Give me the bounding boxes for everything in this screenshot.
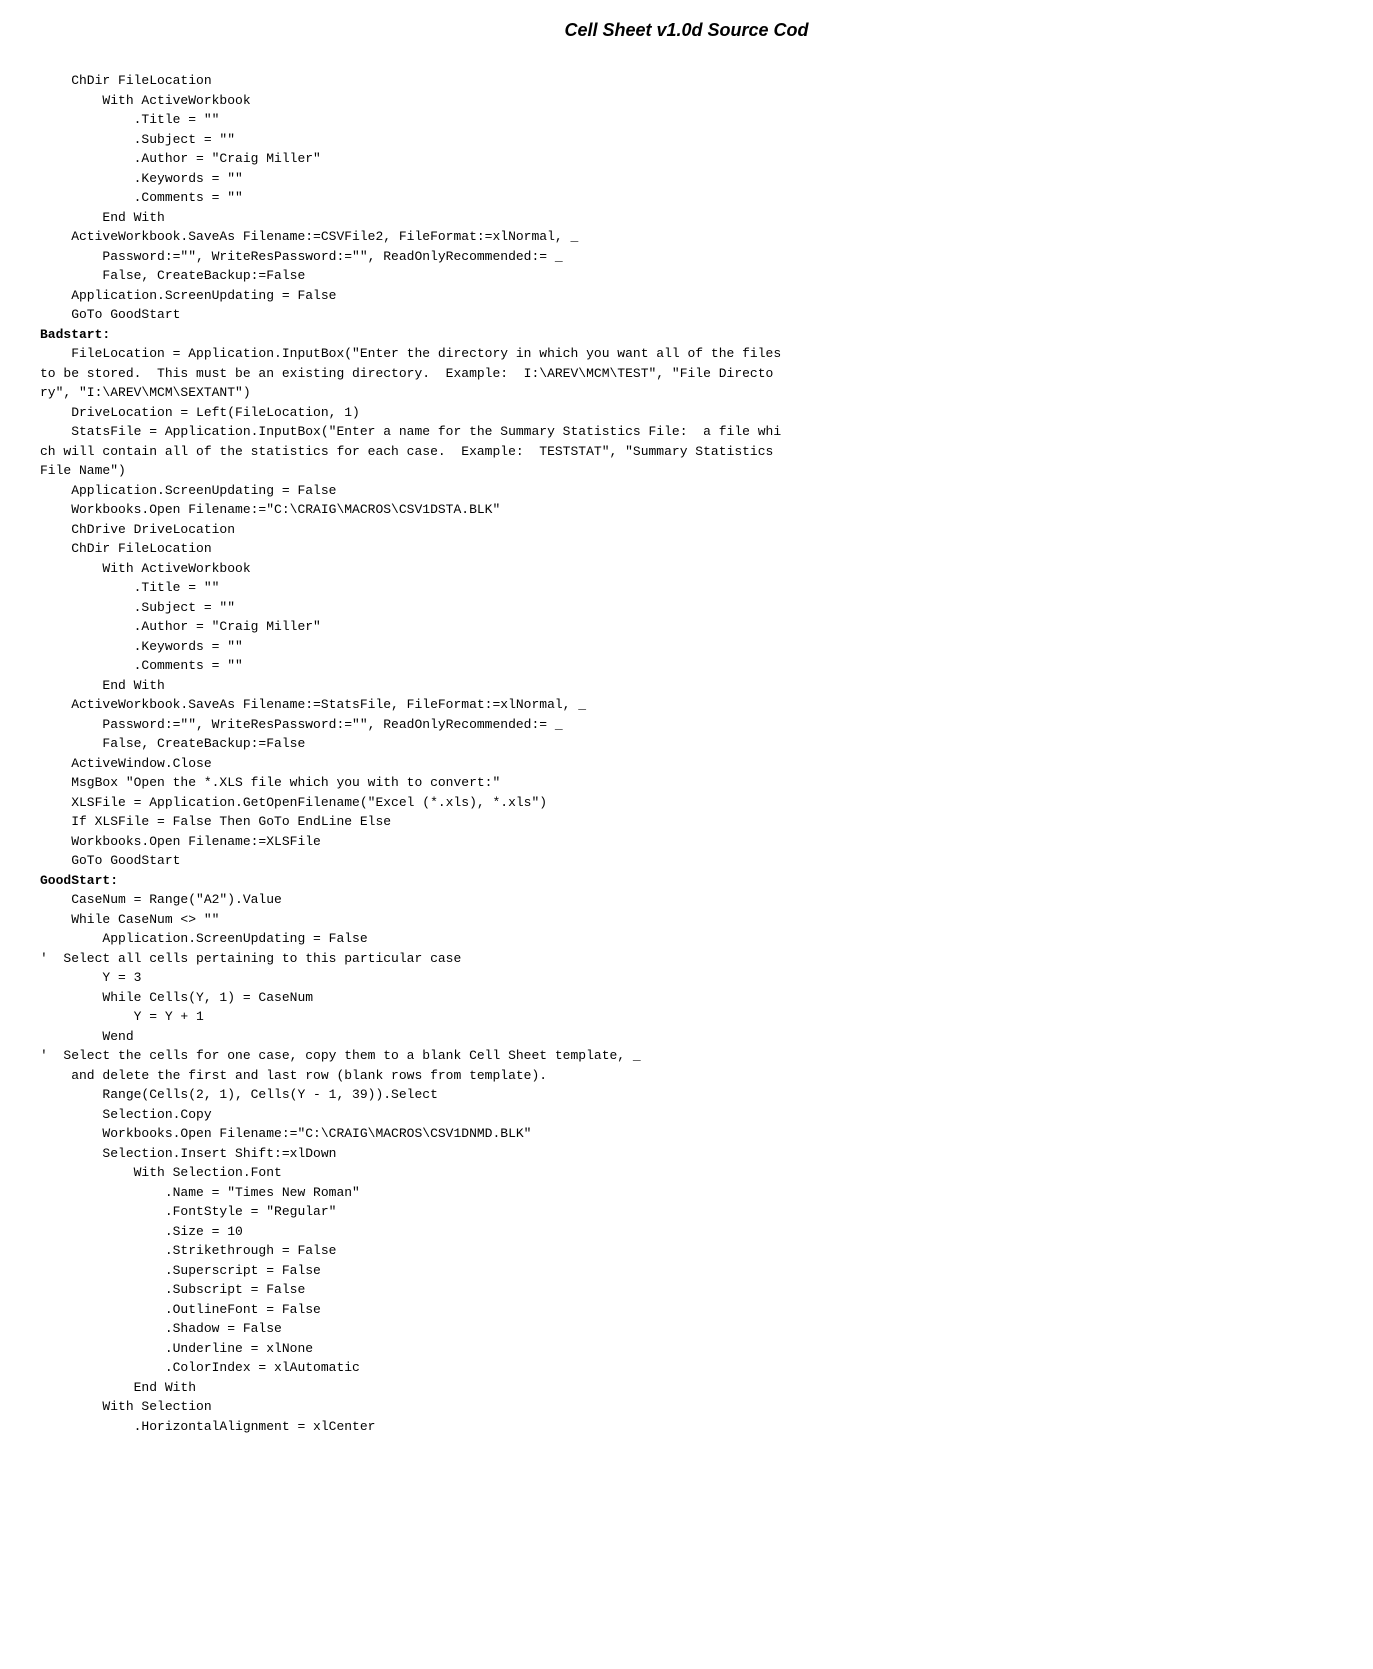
- code-line: ChDrive DriveLocation: [40, 522, 235, 537]
- code-line: False, CreateBackup:=False: [40, 268, 305, 283]
- code-label: GoodStart:: [40, 873, 118, 888]
- code-line: While Cells(Y, 1) = CaseNum: [40, 990, 313, 1005]
- code-line: XLSFile = Application.GetOpenFilename("E…: [40, 795, 547, 810]
- code-line: .Keywords = "": [40, 639, 243, 654]
- code-line: ch will contain all of the statistics fo…: [40, 444, 773, 459]
- code-line: Selection.Copy: [40, 1107, 212, 1122]
- code-line: End With: [40, 678, 165, 693]
- code-line: Range(Cells(2, 1), Cells(Y - 1, 39)).Sel…: [40, 1087, 438, 1102]
- code-line: .Size = 10: [40, 1224, 243, 1239]
- code-line: CaseNum = Range("A2").Value: [40, 892, 282, 907]
- code-line: .Superscript = False: [40, 1263, 321, 1278]
- code-line: Application.ScreenUpdating = False: [40, 931, 368, 946]
- code-line: Wend: [40, 1029, 134, 1044]
- code-line: FileLocation = Application.InputBox("Ent…: [40, 346, 781, 361]
- code-line: .HorizontalAlignment = xlCenter: [40, 1419, 375, 1434]
- code-line: Workbooks.Open Filename:=XLSFile: [40, 834, 321, 849]
- code-line: Y = Y + 1: [40, 1009, 204, 1024]
- code-line: .ColorIndex = xlAutomatic: [40, 1360, 360, 1375]
- code-line: .Subject = "": [40, 600, 235, 615]
- code-line: .Title = "": [40, 580, 219, 595]
- code-line: Workbooks.Open Filename:="C:\CRAIG\MACRO…: [40, 1126, 531, 1141]
- code-label: Badstart:: [40, 327, 110, 342]
- code-line: With Selection: [40, 1399, 212, 1414]
- code-line: Y = 3: [40, 970, 141, 985]
- code-line: ActiveWorkbook.SaveAs Filename:=StatsFil…: [40, 697, 586, 712]
- code-line: End With: [40, 210, 165, 225]
- code-line: .Subscript = False: [40, 1282, 305, 1297]
- code-line: Application.ScreenUpdating = False: [40, 288, 336, 303]
- code-line: ActiveWindow.Close: [40, 756, 212, 771]
- code-line: .Author = "Craig Miller": [40, 151, 321, 166]
- code-line: DriveLocation = Left(FileLocation, 1): [40, 405, 360, 420]
- code-content: ChDir FileLocation With ActiveWorkbook .…: [40, 71, 1333, 1436]
- code-line: GoTo GoodStart: [40, 307, 180, 322]
- code-line: .Author = "Craig Miller": [40, 619, 321, 634]
- code-line: .Strikethrough = False: [40, 1243, 336, 1258]
- code-line: If XLSFile = False Then GoTo EndLine Els…: [40, 814, 391, 829]
- code-line: False, CreateBackup:=False: [40, 736, 305, 751]
- code-line: ' Select all cells pertaining to this pa…: [40, 951, 461, 966]
- code-line: .Title = "": [40, 112, 219, 127]
- page-title: Cell Sheet v1.0d Source Cod: [40, 20, 1333, 41]
- code-line: With ActiveWorkbook: [40, 561, 251, 576]
- code-line: .OutlineFont = False: [40, 1302, 321, 1317]
- code-line: .Comments = "": [40, 658, 243, 673]
- code-line: MsgBox "Open the *.XLS file which you wi…: [40, 775, 500, 790]
- code-line: File Name"): [40, 463, 126, 478]
- code-line: With Selection.Font: [40, 1165, 282, 1180]
- code-line: ChDir FileLocation: [40, 73, 212, 88]
- code-line: ActiveWorkbook.SaveAs Filename:=CSVFile2…: [40, 229, 578, 244]
- code-line: GoTo GoodStart: [40, 853, 180, 868]
- code-line: .Comments = "": [40, 190, 243, 205]
- code-line: .Shadow = False: [40, 1321, 282, 1336]
- code-line: Workbooks.Open Filename:="C:\CRAIG\MACRO…: [40, 502, 500, 517]
- code-line: While CaseNum <> "": [40, 912, 219, 927]
- code-line: Application.ScreenUpdating = False: [40, 483, 336, 498]
- code-line: StatsFile = Application.InputBox("Enter …: [40, 424, 781, 439]
- code-line: With ActiveWorkbook: [40, 93, 251, 108]
- code-line: Selection.Insert Shift:=xlDown: [40, 1146, 336, 1161]
- code-line: Password:="", WriteResPassword:="", Read…: [40, 249, 563, 264]
- code-line: .FontStyle = "Regular": [40, 1204, 336, 1219]
- code-line: to be stored. This must be an existing d…: [40, 366, 773, 381]
- code-line: ' Select the cells for one case, copy th…: [40, 1048, 641, 1063]
- code-line: Password:="", WriteResPassword:="", Read…: [40, 717, 563, 732]
- code-line: .Subject = "": [40, 132, 235, 147]
- code-line: .Keywords = "": [40, 171, 243, 186]
- code-line: End With: [40, 1380, 196, 1395]
- code-line: .Underline = xlNone: [40, 1341, 313, 1356]
- code-line: .Name = "Times New Roman": [40, 1185, 360, 1200]
- code-line: ChDir FileLocation: [40, 541, 212, 556]
- code-line: ry", "I:\AREV\MCM\SEXTANT"): [40, 385, 251, 400]
- code-line: and delete the first and last row (blank…: [40, 1068, 547, 1083]
